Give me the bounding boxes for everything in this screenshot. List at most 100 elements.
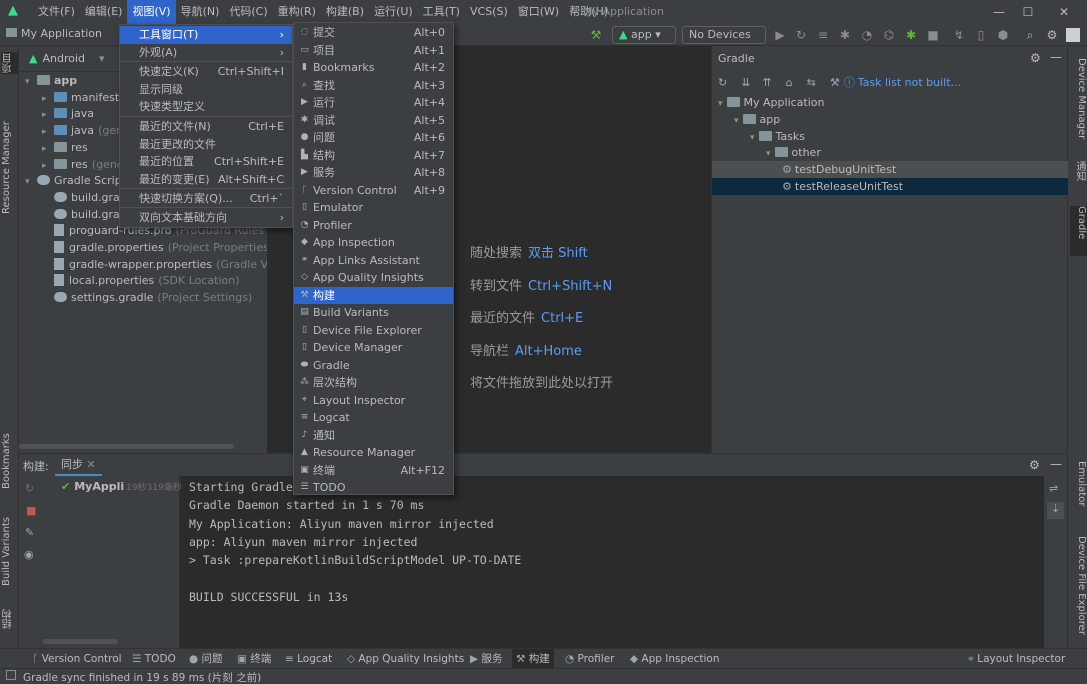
project-tree-item[interactable]: ▸ res (gener [42, 156, 128, 173]
debug-icon[interactable]: ✱ [837, 27, 853, 43]
toggle-offline-icon[interactable]: ⇆ [807, 76, 816, 89]
project-tree-item[interactable]: gradle-wrapper.properties (Gradle Versi [42, 256, 287, 273]
minimize-panel-icon[interactable]: — [1050, 457, 1062, 471]
menu-9[interactable]: VCS(S) [465, 0, 513, 24]
tab-sync[interactable]: 同步 ✕ [55, 454, 102, 476]
horizontal-scrollbar[interactable] [43, 639, 118, 644]
tool-window-item[interactable]: ⌕ 查找 Alt+3 [294, 77, 453, 95]
tool-window-item[interactable]: ▤ Build Variants [294, 304, 453, 322]
view-menu-item[interactable]: 快速切换方案(Q)... Ctrl+` [120, 190, 292, 208]
tool-tab-4[interactable]: ≡ Logcat [281, 649, 336, 669]
eye-icon[interactable]: ◉ [24, 548, 34, 561]
expand-all-icon[interactable]: ⇊ [741, 76, 750, 89]
project-tree-item[interactable]: build.grad [42, 206, 127, 223]
task-list-link[interactable]: Task list not built... [858, 76, 961, 89]
minimize-panel-icon[interactable]: — [1050, 50, 1062, 64]
project-tree-item[interactable]: build.grad [42, 189, 127, 206]
chevron-down-icon[interactable]: ▾ [750, 133, 755, 143]
project-tree-item[interactable]: ▾ app [25, 72, 77, 89]
project-view-selector[interactable]: Android [42, 52, 85, 65]
tool-window-item[interactable]: ♪ 通知 [294, 427, 453, 445]
device-manager-icon[interactable]: ▯ [973, 27, 989, 43]
project-tree-item[interactable]: gradle.properties (Project Properties) [42, 239, 273, 256]
tool-window-item[interactable]: ⁂ 层次结构 [294, 374, 453, 392]
tool-window-item[interactable]: ▯ Device Manager [294, 339, 453, 357]
tool-window-item[interactable]: ✱ 调试 Alt+5 [294, 112, 453, 130]
chevron-down-icon[interactable]: ▾ [734, 116, 739, 126]
tool-tab-8[interactable]: ◔ Profiler [561, 649, 618, 669]
tool-window-item[interactable]: ⚭ App Links Assistant [294, 252, 453, 270]
stop-icon[interactable]: ■ [925, 27, 941, 43]
chevron-down-icon[interactable]: ▾ [718, 99, 723, 109]
run-config-select[interactable]: ▲ app ▾ [612, 26, 676, 44]
execute-task-icon[interactable]: ⌂ [786, 76, 793, 89]
tool-tab-9[interactable]: ◆ App Inspection [626, 649, 724, 669]
view-menu-item[interactable]: 快速定义(K) Ctrl+Shift+I [120, 63, 292, 81]
gradle-tree-item[interactable]: ▾ My Application [712, 94, 1068, 111]
build-settings-gear-icon[interactable]: ⚙ [1029, 458, 1040, 472]
tab-resource-manager[interactable]: Resource Manager [1, 98, 18, 238]
tab-device-manager[interactable]: Device Manager [1070, 58, 1087, 158]
tool-window-item[interactable]: ◌ 提交 Alt+0 [294, 24, 453, 42]
tab-gradle[interactable]: Gradle [1070, 206, 1087, 256]
close-icon[interactable]: ✕ [1047, 0, 1081, 24]
view-menu-item[interactable]: 快速类型定义 [120, 98, 292, 116]
tab-notifications[interactable]: 通知 [1070, 161, 1087, 197]
tool-tab-3[interactable]: ▣ 终端 [233, 649, 275, 669]
scroll-to-end-icon[interactable]: ⇣ [1047, 502, 1064, 519]
tool-window-item[interactable]: ≡ Logcat [294, 409, 453, 427]
menu-4[interactable]: 代码(C) [224, 0, 272, 24]
view-menu-item[interactable]: 最近的文件(N) Ctrl+E [120, 118, 292, 136]
view-menu-item[interactable]: 最近的变更(E) Alt+Shift+C [120, 171, 292, 189]
gradle-tree-item[interactable]: ▾ app [712, 111, 1068, 128]
tab-project[interactable]: 项目 [1, 52, 18, 74]
tab-structure[interactable]: 结构 [1, 604, 18, 634]
gradle-tree-item[interactable]: ⚙ testReleaseUnitTest [712, 178, 1068, 195]
search-icon[interactable]: ⌕ [1022, 27, 1038, 43]
tool-window-item[interactable]: ⌖ Layout Inspector [294, 392, 453, 410]
chevron-down-icon[interactable]: ▾ [25, 74, 37, 91]
project-tree-item[interactable]: local.properties (SDK Location) [42, 272, 240, 289]
menu-2[interactable]: 视图(V) [127, 0, 176, 24]
view-menu-item[interactable]: 显示同级 [120, 81, 292, 99]
project-tree-item[interactable]: ▸ java [42, 105, 94, 122]
tab-emulator[interactable]: Emulator [1070, 461, 1087, 521]
chevron-down-icon[interactable]: ▾ [766, 149, 771, 159]
rerun-icon[interactable]: ↻ [793, 27, 809, 43]
tab-device-file-explorer[interactable]: Device File Explorer [1070, 536, 1087, 641]
gradle-tree-item[interactable]: ▾ Tasks [712, 128, 1068, 145]
refresh-gradle-icon[interactable]: ↻ [718, 76, 727, 89]
menu-5[interactable]: 重构(R) [273, 0, 321, 24]
rerun-sync-icon[interactable]: ↻ [25, 482, 34, 495]
project-breadcrumb[interactable]: My Application [6, 27, 102, 40]
tool-window-item[interactable]: ☰ TODO [294, 479, 453, 497]
soft-wrap-icon[interactable]: ⇌ [1049, 482, 1058, 495]
menu-7[interactable]: 运行(U) [369, 0, 418, 24]
tool-window-item[interactable]: ▭ 项目 Alt+1 [294, 42, 453, 60]
sync-gradle-icon[interactable]: ✱ [903, 27, 919, 43]
tool-tab-5[interactable]: ◇ App Quality Insights [343, 649, 468, 669]
account-avatar[interactable] [1066, 28, 1080, 42]
close-tab-icon[interactable]: ✕ [87, 458, 96, 471]
tool-window-item[interactable]: ◔ Profiler [294, 217, 453, 235]
pin-icon[interactable]: ✎ [25, 526, 34, 539]
collapse-all-icon[interactable]: ⇈ [762, 76, 771, 89]
view-menu-item[interactable]: 最近的位置 Ctrl+Shift+E [120, 153, 292, 171]
tool-window-item[interactable]: ▙ 结构 Alt+7 [294, 147, 453, 165]
menu-10[interactable]: 窗口(W) [513, 0, 564, 24]
sync-icon[interactable]: ↯ [951, 27, 967, 43]
tool-window-item[interactable]: ▲ Resource Manager [294, 444, 453, 462]
device-select[interactable]: No Devices ▾ [682, 26, 766, 57]
build-tree-item[interactable]: ✔ MyAppli 19秒319毫秒 [61, 480, 182, 493]
tab-bookmarks[interactable]: Bookmarks [1, 431, 18, 491]
chevron-down-icon[interactable]: ▾ [99, 52, 105, 65]
chevron-down-icon[interactable]: ▾ [25, 174, 37, 191]
tool-tab-6[interactable]: ▶ 服务 [466, 649, 506, 669]
maximize-icon[interactable]: ☐ [1011, 0, 1045, 24]
horizontal-scrollbar[interactable] [19, 444, 234, 449]
tool-window-item[interactable]: ▶ 运行 Alt+4 [294, 94, 453, 112]
project-tree-item[interactable]: settings.gradle (Project Settings) [42, 289, 252, 306]
project-tree-item[interactable]: ▸ java (gene [42, 122, 130, 139]
tool-tab-7[interactable]: ⚒ 构建 [512, 649, 554, 669]
apply-changes-icon[interactable]: ≡ [815, 27, 831, 43]
